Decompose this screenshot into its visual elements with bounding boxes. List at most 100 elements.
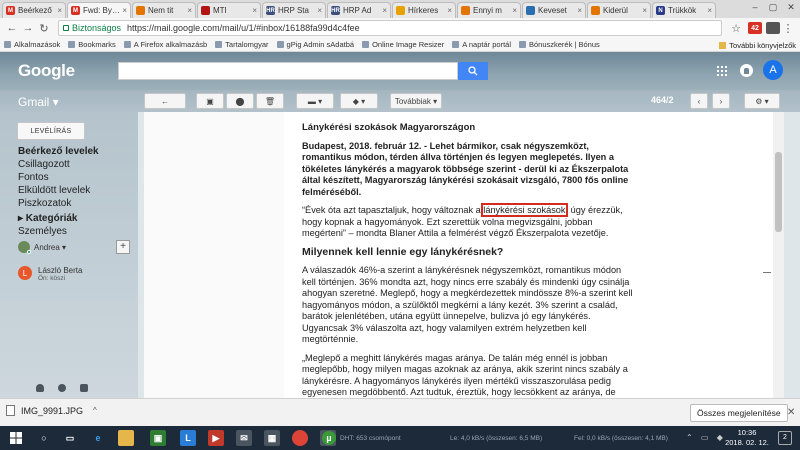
sidebar-folder[interactable]: Beérkező levelek [18,145,99,158]
bookmark-item[interactable]: Alkalmazások [4,40,60,49]
tab-label: Kiderül [603,6,628,15]
forward-icon[interactable]: → [20,22,36,34]
close-window-icon[interactable]: ✕ [782,0,800,16]
download-item[interactable]: IMG_9991.JPG ^ [6,405,97,416]
maximize-icon[interactable]: ▢ [764,0,782,16]
add-chat-button[interactable]: + [116,240,130,254]
mail-icon[interactable]: ✉ [236,430,252,446]
back-to-inbox-button[interactable]: ← [144,93,186,109]
hangouts-icon[interactable] [58,384,66,392]
bookmark-item[interactable]: Online Image Resizer [362,40,444,49]
tab-close-icon[interactable]: × [447,6,452,15]
bookmark-item[interactable]: Tartalomgyar [215,40,269,49]
task-view-icon[interactable]: ▭ [62,430,78,446]
tab-close-icon[interactable]: × [707,6,712,15]
extension-icon[interactable] [766,22,780,34]
app-icon[interactable]: ▦ [264,430,280,446]
archive-icon: ▣ [206,96,214,106]
settings-button[interactable]: ⚙ ▾ [744,93,780,109]
search-icon[interactable]: ○ [36,430,52,446]
scrollbar[interactable] [773,112,784,398]
newer-button[interactable]: ‹ [690,93,708,109]
system-tray[interactable]: ⌃ ▭ ◆ [686,433,726,442]
browser-tab[interactable]: HR HRP Ad × [327,2,391,18]
tab-close-icon[interactable]: × [512,6,517,15]
account-avatar[interactable]: A [763,60,783,80]
tab-favicon-icon [526,6,535,15]
sidebar-folder[interactable]: Fontos [18,171,99,184]
extension-badge-icon[interactable]: 42 [748,22,762,34]
tab-close-icon[interactable]: × [577,6,582,15]
l-app-icon[interactable]: L [180,430,196,446]
back-icon[interactable]: ← [4,22,20,34]
bookmark-item[interactable]: Bónuszkerék | Bónus [519,40,600,49]
bookmark-item[interactable]: A naptár portál [452,40,511,49]
bookmark-item[interactable]: gPig Admin sAdatbá [276,40,354,49]
google-logo[interactable]: Google [18,61,116,81]
tab-close-icon[interactable]: × [642,6,647,15]
more-button[interactable]: Továbbiak ▾ [390,93,442,109]
browser-tab[interactable]: Keveset × [522,2,586,18]
windows-start-icon[interactable] [8,430,24,446]
report-spam-button[interactable]: ⬤ [226,93,254,109]
tab-close-icon[interactable]: × [57,6,62,15]
browser-tab[interactable]: Nem tit × [132,2,196,18]
show-all-downloads-button[interactable]: Összes megjelenítése [690,404,788,422]
menu-icon[interactable]: ⋮ [780,22,796,35]
sidebar-folder[interactable]: Személyes [18,225,99,238]
search-input[interactable] [118,62,458,80]
apps-grid-icon[interactable] [717,66,727,76]
email-subheading: Milyennek kell lennie egy lánykérésnek? [302,245,504,258]
bookmark-item[interactable]: Bookmarks [68,40,116,49]
person-icon[interactable] [36,384,44,392]
chat-self[interactable]: Andrea ▾ [18,241,66,254]
avatar [18,241,31,254]
tab-close-icon[interactable]: × [317,6,322,15]
file-explorer-icon[interactable] [118,430,134,446]
close-icon[interactable]: ✕ [787,407,795,418]
tab-close-icon[interactable]: × [252,6,257,15]
browser-tab[interactable]: Ennyi m × [457,2,521,18]
sidebar-folder[interactable]: Elküldött levelek [18,184,99,197]
minimize-icon[interactable]: – [746,0,764,16]
utorrent-task[interactable]: µ DHT: 653 csomópont [322,428,401,448]
reload-icon[interactable]: ↻ [36,22,52,35]
tab-close-icon[interactable]: × [382,6,387,15]
scroll-thumb[interactable] [775,152,782,232]
browser-tab[interactable]: HR HRP Sta × [262,2,326,18]
tab-close-icon[interactable]: × [122,6,127,15]
app-icon[interactable]: ▣ [150,430,166,446]
trash-icon: 🗑 [264,96,276,106]
chevron-up-icon[interactable]: ^ [93,406,97,415]
other-bookmarks[interactable]: További könyvjelzők [719,41,796,50]
action-center-icon[interactable]: 2 [778,431,792,445]
browser-tab[interactable]: Kiderül × [587,2,651,18]
chrome-icon[interactable] [292,430,308,446]
notifications-icon[interactable] [740,64,753,77]
sidebar-folder[interactable]: ▸ Kategóriák [18,212,99,225]
tab-close-icon[interactable]: × [187,6,192,15]
archive-button[interactable]: ▣ [196,93,224,109]
delete-button[interactable]: 🗑 [256,93,284,109]
search-button[interactable] [458,62,488,80]
sidebar-folder[interactable]: Piszkozatok [18,197,99,210]
gmail-menu[interactable]: Gmail ▾ [18,95,59,109]
labels-button[interactable]: ◆ ▾ [340,93,378,109]
clock[interactable]: 10:36 2018. 02. 12. [724,428,770,448]
edge-icon[interactable]: e [90,430,106,446]
app-icon[interactable]: ▶ [208,430,224,446]
bookmark-item[interactable]: A Firefox alkalmazásb [123,40,207,49]
star-icon[interactable]: ☆ [728,22,744,35]
older-button[interactable]: › [712,93,730,109]
browser-tab[interactable]: Hírkeres × [392,2,456,18]
url-input[interactable]: Biztonságos https://mail.google.com/mail… [58,20,722,36]
compose-button[interactable]: LEVÉLÍRÁS [17,122,85,140]
sidebar-folder[interactable]: Csillagozott [18,158,99,171]
phone-icon[interactable] [80,384,88,392]
move-to-button[interactable]: ▬ ▾ [296,93,334,109]
browser-tab[interactable]: N Trükkök × [652,2,716,18]
browser-tab[interactable]: M Fwd: ByGe × [67,2,131,18]
browser-tab[interactable]: MTI × [197,2,261,18]
chat-contact[interactable]: L László Berta Ön: köszi [18,266,82,282]
browser-tab[interactable]: M Beérkező × [2,2,66,18]
